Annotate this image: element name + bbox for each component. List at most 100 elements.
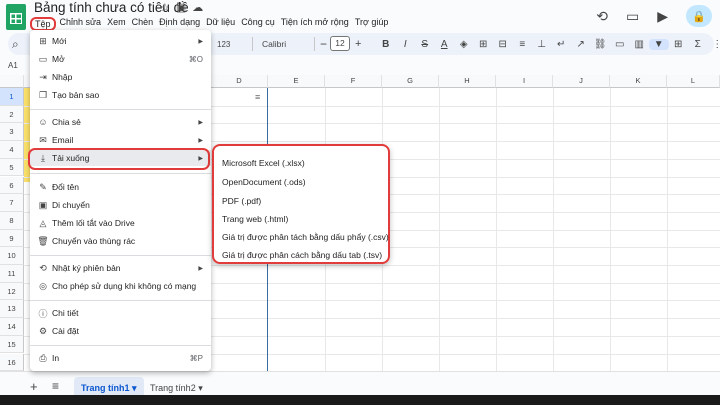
menu-data[interactable]: Dữ liệu <box>203 17 238 31</box>
sheets-logo[interactable] <box>6 4 26 30</box>
column-header[interactable]: I <box>496 75 553 88</box>
menu-item-details[interactable]: ⓘ Chi tiết <box>30 305 211 321</box>
menu-item-version-history[interactable]: ⟲ Nhật ký phiên bản ▶ <box>30 260 211 276</box>
star-icon[interactable]: ☆ <box>160 2 176 14</box>
row-header[interactable]: 8 <box>0 211 24 230</box>
move-folder-icon[interactable]: ▣ <box>176 2 192 14</box>
menu-divider <box>30 109 211 110</box>
row-header[interactable]: 4 <box>0 141 24 159</box>
number-format-button[interactable]: 123 <box>217 40 230 49</box>
shortcut-label: ⌘P <box>189 353 203 363</box>
row-header[interactable]: 11 <box>0 265 24 283</box>
menu-item-print[interactable]: ⎙ In ⌘P <box>30 350 211 366</box>
menu-view[interactable]: Xem <box>104 17 129 31</box>
menu-item-email[interactable]: ✉ Email ▶ <box>30 132 211 148</box>
download-pdf[interactable]: PDF (.pdf) <box>222 196 261 206</box>
row-header[interactable]: 3 <box>0 123 24 142</box>
filter-icon[interactable]: ▼ <box>649 38 669 50</box>
bold-icon[interactable]: B <box>376 39 396 50</box>
menu-item-new[interactable]: ⊞ Mới ▶ <box>30 33 211 49</box>
select-all-corner[interactable] <box>0 75 24 88</box>
menu-format[interactable]: Định dạng <box>156 17 203 31</box>
column-header[interactable]: D <box>211 75 268 88</box>
font-size-input[interactable]: 12 <box>330 36 350 51</box>
trash-icon: 🗑 <box>37 235 49 246</box>
menu-item-rename[interactable]: ✎ Đổi tên <box>30 179 211 195</box>
column-header[interactable]: H <box>439 75 496 88</box>
menu-item-import[interactable]: ⇥ Nhập <box>30 69 211 85</box>
strikethrough-icon[interactable]: S <box>415 39 435 50</box>
column-header[interactable]: L <box>667 75 720 88</box>
menu-tools[interactable]: Công cụ <box>238 17 278 31</box>
merge-cells-icon[interactable]: ⊟ <box>493 39 513 50</box>
italic-icon[interactable]: I <box>396 39 416 50</box>
all-sheets-icon[interactable]: ≡ <box>52 379 59 393</box>
column-header[interactable]: J <box>553 75 610 88</box>
menu-edit[interactable]: Chỉnh sửa <box>57 17 105 31</box>
column-header[interactable]: F <box>325 75 382 88</box>
row-header[interactable]: 14 <box>0 318 24 336</box>
row-header[interactable]: 1 <box>0 88 24 106</box>
menu-item-add-shortcut[interactable]: ◬ Thêm lối tắt vào Drive <box>30 215 211 231</box>
row-header[interactable]: 10 <box>0 247 24 265</box>
history-icon[interactable]: ⟲ <box>596 8 608 25</box>
download-tsv[interactable]: Giá trị được phân cách bằng dấu tab (.ts… <box>222 250 382 260</box>
download-highlight-outline <box>28 148 210 170</box>
more-icon[interactable]: ⋮ <box>708 39 720 50</box>
file-menu-dropdown: ⊞ Mới ▶ ▭ Mở ⌘O ⇥ Nhập ❐ Tạo bản sao ☺ C… <box>30 30 211 371</box>
row-header[interactable]: 2 <box>0 105 24 124</box>
menu-item-label: Di chuyển <box>52 200 90 210</box>
download-xlsx[interactable]: Microsoft Excel (.xlsx) <box>222 158 305 168</box>
row-header[interactable]: 15 <box>0 335 24 354</box>
column-header[interactable]: E <box>268 75 325 88</box>
filter-views-icon[interactable]: ⊞ <box>669 39 689 50</box>
horizontal-align-icon[interactable]: ≡ <box>513 39 533 50</box>
text-wrap-icon[interactable]: ↵ <box>552 39 572 50</box>
borders-icon[interactable]: ⊞ <box>474 39 494 50</box>
menu-item-offline[interactable]: ◎ Cho phép sử dụng khi không có mạng <box>30 278 211 294</box>
menu-item-open[interactable]: ▭ Mở ⌘O <box>30 51 211 67</box>
row-header[interactable]: 7 <box>0 194 24 212</box>
menu-extensions[interactable]: Tiện ích mở rộng <box>278 17 352 31</box>
fill-color-icon[interactable]: ◈ <box>454 39 474 50</box>
download-ods[interactable]: OpenDocument (.ods) <box>222 177 306 187</box>
download-html[interactable]: Trang web (.html) <box>222 214 288 224</box>
add-sheet-icon[interactable]: + <box>30 379 38 394</box>
increase-font-size-button[interactable]: + <box>355 38 361 50</box>
menu-item-label: In <box>52 353 60 363</box>
row-header[interactable]: 16 <box>0 353 24 371</box>
insert-comment-icon[interactable]: ▭ <box>610 39 630 50</box>
lock-icon[interactable]: 🔒 <box>686 5 712 27</box>
menu-item-make-copy[interactable]: ❐ Tạo bản sao <box>30 87 211 103</box>
row-header[interactable]: 5 <box>0 158 24 177</box>
menu-file[interactable]: Tệp <box>30 17 56 31</box>
row-header[interactable]: 12 <box>0 282 24 301</box>
menu-insert[interactable]: Chèn <box>129 17 157 31</box>
functions-icon[interactable]: Σ <box>688 39 708 50</box>
decrease-font-size-button[interactable]: − <box>320 37 327 51</box>
font-family-select[interactable]: Calibri <box>262 39 286 49</box>
download-csv[interactable]: Giá trị được phân tách bằng dấu phẩy (.c… <box>222 232 389 242</box>
row-header[interactable]: 9 <box>0 229 24 248</box>
menu-item-settings[interactable]: ⚙ Cài đặt <box>30 323 211 339</box>
column-header[interactable]: K <box>610 75 667 88</box>
vertical-align-icon[interactable]: ⊥ <box>532 39 552 50</box>
row-header[interactable]: 13 <box>0 300 24 319</box>
menu-help[interactable]: Trợ giúp <box>352 17 392 31</box>
text-rotation-icon[interactable]: ↗ <box>571 39 591 50</box>
menu-item-label: Chi tiết <box>52 308 79 318</box>
insert-link-icon[interactable]: ⛓ <box>591 39 611 50</box>
column-filter-icon[interactable]: ≡ <box>255 92 260 102</box>
cloud-icon[interactable]: ☁ <box>192 2 209 14</box>
insert-chart-icon[interactable]: ▥ <box>630 39 650 50</box>
search-menu-icon[interactable]: ⌕ <box>12 37 19 52</box>
column-header[interactable]: G <box>382 75 439 88</box>
menu-item-trash[interactable]: 🗑 Chuyển vào thùng rác <box>30 233 211 249</box>
name-box[interactable]: A1 <box>8 61 18 70</box>
text-color-icon[interactable]: A <box>435 39 455 50</box>
menu-item-share[interactable]: ☺ Chia sẻ ▶ <box>30 114 211 130</box>
row-header[interactable]: 6 <box>0 176 24 195</box>
video-icon[interactable]: ▶ <box>657 8 668 25</box>
comment-icon[interactable]: ▭ <box>626 8 639 25</box>
menu-item-move[interactable]: ▣ Di chuyển <box>30 197 211 213</box>
